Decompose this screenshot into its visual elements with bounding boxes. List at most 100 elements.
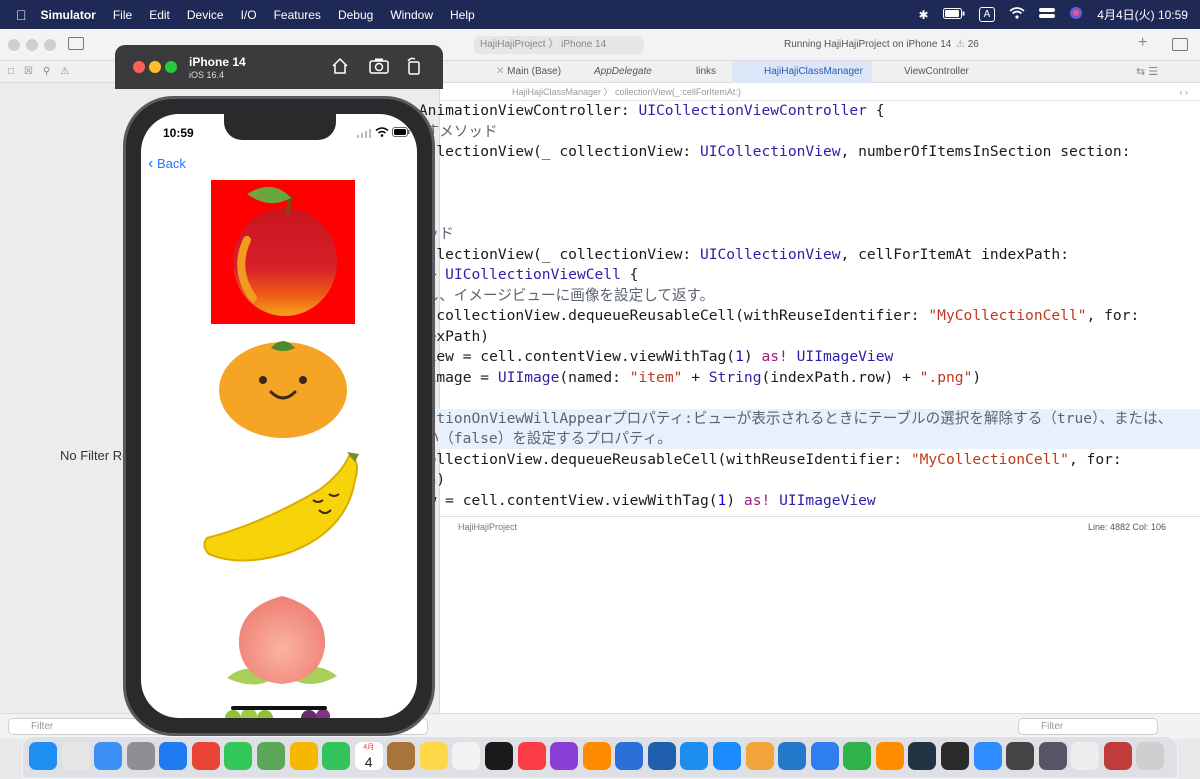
collection-cell-mandarin-orange[interactable]: [211, 334, 355, 444]
code-line[interactable]: collectionView(_ collectionView: UIColle…: [410, 245, 1069, 265]
tab-main[interactable]: ✕ Main (Base): [484, 61, 561, 83]
window-zoom-button[interactable]: [44, 39, 56, 51]
window-close-button[interactable]: [8, 39, 20, 51]
menu-window[interactable]: Window: [390, 8, 433, 22]
menu-edit[interactable]: Edit: [149, 8, 170, 22]
code-line[interactable]: -> UICollectionViewCell {: [410, 265, 639, 285]
scheme-selector[interactable]: HajiHajiProject 〉 iPhone 14: [474, 36, 644, 54]
add-tab-icon[interactable]: +: [1138, 34, 1147, 52]
dock-app-messages-icon[interactable]: [224, 742, 253, 770]
code-line[interactable]: lectionOnViewWillAppearプロパティ:ビューが表示されるとき…: [410, 408, 1200, 429]
jump-bar[interactable]: HajiHajiClassManager 〉 collectionView(_:…: [440, 83, 1200, 101]
dock-app-xcode-icon[interactable]: [615, 742, 644, 770]
menu-device[interactable]: Device: [187, 8, 224, 22]
menubar-clock[interactable]: 4月4日(火) 10:59: [1097, 6, 1188, 23]
wifi-icon[interactable]: [1009, 7, 1025, 22]
input-source-indicator[interactable]: A: [978, 7, 996, 22]
dock-app-chrome-icon[interactable]: [191, 742, 220, 770]
inspector-toggle-icon[interactable]: [1172, 38, 1188, 51]
menu-io[interactable]: I/O: [241, 8, 257, 22]
back-button[interactable]: ‹ Back: [148, 155, 186, 173]
change-nav-arrows-icon[interactable]: ‹ ›: [1180, 83, 1189, 101]
calendar-month: 4月: [363, 744, 375, 751]
dock-app-trash-icon[interactable]: [1136, 742, 1165, 770]
dock-app-books-icon[interactable]: [582, 742, 611, 770]
dock-app-app-store-icon[interactable]: [713, 742, 741, 770]
split-editor-icon[interactable]: ⇆ ☰: [1136, 65, 1158, 78]
editor-filter-input[interactable]: Filter: [1018, 718, 1158, 735]
collection-cell-apple[interactable]: [211, 180, 355, 324]
menu-file[interactable]: File: [113, 8, 132, 22]
dock-app-notes-brown-icon[interactable]: [387, 742, 416, 770]
sidebar-toggle-icon[interactable]: [68, 37, 84, 50]
dock-app-zoom-icon[interactable]: [973, 742, 1002, 770]
menu-debug[interactable]: Debug: [338, 8, 373, 22]
code-line[interactable]: ない（false）を設定するプロパティ。: [410, 429, 1200, 449]
window-minimize-button[interactable]: [26, 39, 38, 51]
close-icon[interactable]: ✕: [496, 66, 507, 77]
code-line[interactable]: eView = cell.contentView.viewWithTag(1) …: [410, 347, 893, 367]
sim-minimize-button[interactable]: [149, 61, 161, 73]
dock-app-terminal-icon[interactable]: [941, 742, 969, 770]
activity-status: Running HajiHajiProject on iPhone 14: [784, 39, 952, 50]
dock-app-reminders-icon[interactable]: [452, 742, 481, 770]
siri-icon[interactable]: [1069, 6, 1083, 23]
home-icon[interactable]: [331, 57, 349, 78]
banana-image: [203, 452, 359, 562]
screenshot-icon[interactable]: [369, 57, 389, 78]
code-line[interactable]: w.image = UIImage(named: "item" + String…: [410, 368, 981, 388]
battery-icon[interactable]: [942, 7, 965, 22]
peach-image: [227, 596, 337, 685]
sim-close-button[interactable]: [133, 61, 145, 73]
dock-app-simulator-icon[interactable]: [680, 742, 709, 770]
menu-features[interactable]: Features: [274, 8, 321, 22]
dock-app-facetime-icon[interactable]: [322, 742, 351, 770]
menu-app-name[interactable]: Simulator: [41, 8, 96, 22]
dock-app-vs-code-icon[interactable]: [778, 742, 807, 770]
source-editor[interactable]: nAnimationViewController: UICollectionVi…: [410, 101, 1200, 519]
dock-app-tv-icon[interactable]: [485, 742, 513, 770]
rotate-icon[interactable]: [405, 57, 423, 78]
apple-menu-icon[interactable]: : [16, 7, 27, 23]
dock-app-photos-icon[interactable]: [289, 742, 318, 770]
warnings-badge[interactable]: ⚠ 26: [956, 39, 979, 50]
dock-app-safari-icon[interactable]: [159, 742, 188, 770]
code-line[interactable]: = collectionView.dequeueReusableCell(wit…: [410, 306, 1139, 326]
collection-cell-peach[interactable]: [217, 588, 347, 700]
menu-help[interactable]: Help: [450, 8, 475, 22]
code-line[interactable]: collectionView.dequeueReusableCell(withR…: [410, 450, 1122, 470]
dock-app-notes-icon[interactable]: [419, 742, 448, 770]
dock-app-launchpad-icon[interactable]: [61, 742, 90, 770]
dock-app-pages-icon[interactable]: [745, 742, 774, 770]
dock-app-numbers-icon[interactable]: [843, 742, 872, 770]
code-line[interactable]: collectionView(_ collectionView: UIColle…: [410, 142, 1131, 162]
dock-app-maps-icon[interactable]: [257, 742, 285, 770]
dock-app-pages-icon[interactable]: [875, 742, 904, 770]
dock-app-music-icon[interactable]: [517, 742, 546, 770]
bluetooth-icon[interactable]: ✱: [919, 8, 929, 22]
tab-links[interactable]: links: [686, 61, 716, 83]
control-center-icon[interactable]: [1039, 7, 1056, 22]
dock-app-calendar-icon[interactable]: 4月 4: [354, 742, 383, 770]
dock-app-finder-icon[interactable]: [29, 742, 57, 770]
code-line[interactable]: iew = cell.contentView.viewWithTag(1) as…: [410, 491, 876, 511]
dock-app-mail-icon[interactable]: [94, 742, 123, 770]
dock-app-xcode-beta-icon[interactable]: [647, 742, 676, 770]
collection-cell-banana[interactable]: [201, 450, 361, 570]
code-line[interactable]: 得し、イメージビューに画像を設定して返す。: [410, 286, 714, 306]
dock-app-calculator-icon[interactable]: [1006, 742, 1035, 770]
dock-app-podcasts-icon[interactable]: [550, 742, 579, 770]
dock-app-textedit-icon[interactable]: [1071, 742, 1100, 770]
tab-appdelegate[interactable]: AppDelegate: [582, 61, 652, 83]
dock-app-keynote-icon[interactable]: [810, 742, 839, 770]
sim-zoom-button[interactable]: [165, 61, 177, 73]
home-indicator[interactable]: [231, 706, 327, 710]
dock-app-screenfloat-icon[interactable]: [908, 742, 937, 770]
tab-viewcontroller[interactable]: ViewController: [892, 61, 969, 83]
code-line[interactable]: nAnimationViewController: UICollectionVi…: [410, 101, 884, 121]
dock-app-dictionary-icon[interactable]: [1103, 742, 1132, 770]
tab-hajihajiclassmanager[interactable]: HajiHajiClassManager: [732, 61, 872, 83]
dock-app-preview-icon[interactable]: [1038, 742, 1067, 770]
dock-app-system-settings-icon[interactable]: [126, 742, 155, 770]
navigator-tabs-icon[interactable]: □☒⚲⚠: [8, 66, 79, 77]
